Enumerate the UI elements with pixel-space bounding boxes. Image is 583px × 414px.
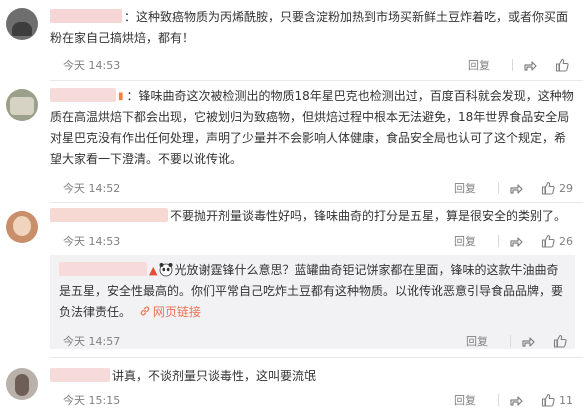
like-button[interactable]: 11 xyxy=(541,393,573,407)
reply-button[interactable]: 回复 xyxy=(466,333,488,349)
link-text: 网页链接 xyxy=(152,305,201,319)
like-count: 29 xyxy=(559,181,573,195)
comment-2: ▮ ：锋味曲奇这次被检测出的物质18年星巴克也检测出过，百度百科就会发现，这种物质… xyxy=(0,80,583,202)
share-icon xyxy=(510,396,523,406)
comment-body: 讲真，不谈剂量只谈毒性，这叫要流氓 xyxy=(112,369,317,383)
sub-reply: ▲ 光放谢霆锋什么意思？蓝罐曲奇钜记饼家都在里面，锋味的这款牛油曲奇是五星，安全性… xyxy=(50,255,575,349)
comment-text: ：这种致癌物质为丙烯酰胺，只要含淀粉加热到市场买新鲜土豆炸着吃，或者你买面粉在家… xyxy=(50,7,575,49)
username[interactable] xyxy=(50,88,116,102)
divider xyxy=(498,235,499,247)
comment-actions: 回复 11 xyxy=(454,392,573,408)
avatar[interactable] xyxy=(6,89,38,121)
thumbs-up-icon xyxy=(555,58,569,72)
share-button[interactable] xyxy=(509,181,523,195)
share-button[interactable] xyxy=(523,58,537,72)
timestamp: 今天 15:15 xyxy=(63,394,121,407)
comment-1: ：这种致癌物质为丙烯酰胺，只要含淀粉加热到市场买新鲜土豆炸着吃，或者你买面粉在家… xyxy=(0,0,583,80)
timestamp: 今天 14:52 xyxy=(63,182,121,195)
like-button[interactable]: 29 xyxy=(541,181,573,195)
reply-button[interactable]: 回复 xyxy=(468,57,490,73)
share-icon xyxy=(522,337,535,347)
comment-text: 讲真，不谈剂量只谈毒性，这叫要流氓 xyxy=(50,366,577,387)
avatar[interactable] xyxy=(6,8,38,40)
comment-4: 讲真，不谈剂量只谈毒性，这叫要流氓 今天 15:15 回复 11 xyxy=(0,357,583,414)
avatar[interactable] xyxy=(6,368,38,400)
like-button[interactable] xyxy=(553,334,571,348)
thumbs-up-icon xyxy=(541,181,555,195)
link-icon xyxy=(140,306,150,316)
comment-body: ：锋味曲奇这次被检测出的物质18年星巴克也检测出过，百度百科就会发现，这种物质在… xyxy=(50,89,574,166)
divider xyxy=(498,182,499,194)
username[interactable] xyxy=(50,368,110,382)
comment-actions: 回复 xyxy=(468,57,573,73)
sub-reply-text: ▲ 光放谢霆锋什么意思？蓝罐曲奇钜记饼家都在里面，锋味的这款牛油曲奇是五星，安全性… xyxy=(59,260,564,323)
avatar[interactable] xyxy=(6,211,38,243)
like-button[interactable]: 26 xyxy=(541,234,573,248)
comment-text: ▮ ：锋味曲奇这次被检测出的物质18年星巴克也检测出过，百度百科就会发现，这种物质… xyxy=(50,86,577,170)
divider xyxy=(512,59,513,71)
username[interactable] xyxy=(59,262,147,276)
username[interactable] xyxy=(50,208,168,222)
panda-emoji-icon xyxy=(159,263,173,277)
timestamp: 今天 14:53 xyxy=(63,59,121,72)
like-count: 11 xyxy=(559,393,573,407)
fire-emoji-icon: ▲ xyxy=(149,264,158,277)
web-link[interactable]: 网页链接 xyxy=(139,305,201,319)
share-icon xyxy=(510,237,523,247)
comment-3: 不要抛开剂量谈毒性好吗，锋味曲奇的打分是五星，算是很安全的类别了。 今天 14:… xyxy=(0,202,583,354)
like-button[interactable] xyxy=(555,58,573,72)
share-button[interactable] xyxy=(509,393,523,407)
comment-actions: 回复 26 xyxy=(454,233,573,249)
reply-button[interactable]: 回复 xyxy=(454,233,476,249)
divider xyxy=(498,394,499,406)
thumbs-up-icon xyxy=(553,334,567,348)
comment-actions: 回复 29 xyxy=(454,180,573,196)
comment-body: ：这种致癌物质为丙烯酰胺，只要含淀粉加热到市场买新鲜土豆炸着吃，或者你买面粉在家… xyxy=(50,10,569,45)
timestamp: 今天 14:53 xyxy=(63,235,121,248)
sub-reply-actions: 回复 xyxy=(466,333,571,349)
reply-button[interactable]: 回复 xyxy=(454,180,476,196)
thumbs-up-icon xyxy=(541,393,555,407)
divider xyxy=(510,335,511,347)
reply-button[interactable]: 回复 xyxy=(454,392,476,408)
like-count: 26 xyxy=(559,234,573,248)
member-badge-icon: ▮ xyxy=(118,91,124,102)
thumbs-up-icon xyxy=(541,234,555,248)
share-button[interactable] xyxy=(521,334,535,348)
comment-body: 不要抛开剂量谈毒性好吗，锋味曲奇的打分是五星，算是很安全的类别了。 xyxy=(170,209,567,223)
comment-text: 不要抛开剂量谈毒性好吗，锋味曲奇的打分是五星，算是很安全的类别了。 xyxy=(50,206,577,227)
share-icon xyxy=(524,61,537,71)
username[interactable] xyxy=(50,9,122,23)
share-button[interactable] xyxy=(509,234,523,248)
share-icon xyxy=(510,184,523,194)
timestamp: 今天 14:57 xyxy=(63,335,121,348)
